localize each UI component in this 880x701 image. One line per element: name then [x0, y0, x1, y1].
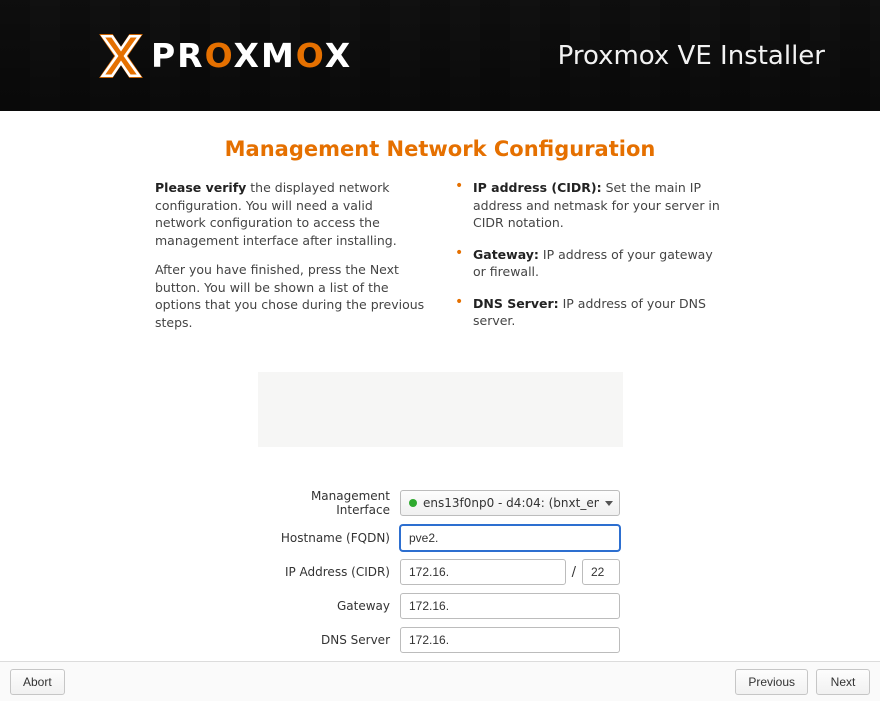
ip-address-row: /: [400, 559, 620, 585]
bullet-ip: IP address (CIDR): Set the main IP addre…: [455, 179, 725, 232]
content-area: Management Network Configuration Please …: [0, 111, 880, 661]
info-columns: Please verify the displayed network conf…: [0, 179, 880, 344]
bullet-ip-bold: IP address (CIDR):: [473, 180, 602, 195]
previous-button[interactable]: Previous: [735, 669, 808, 695]
label-gateway: Gateway: [260, 599, 390, 613]
form-area: Management Interface ens13f0np0 - d4:04:…: [0, 489, 880, 653]
form-grid: Management Interface ens13f0np0 - d4:04:…: [260, 489, 620, 653]
gateway-input[interactable]: [400, 593, 620, 619]
management-interface-dropdown[interactable]: ens13f0np0 - d4:04: (bnxt_en): [400, 490, 620, 516]
bullet-gateway: Gateway: IP address of your gateway or f…: [455, 246, 725, 281]
banner: PROXMOX Proxmox VE Installer: [0, 0, 880, 111]
label-ip-address: IP Address (CIDR): [260, 565, 390, 579]
intro-paragraph-1: Please verify the displayed network conf…: [155, 179, 425, 249]
intro-bold: Please verify: [155, 180, 246, 195]
proxmox-logo: PROXMOX: [95, 30, 352, 82]
ip-address-input[interactable]: [400, 559, 566, 585]
cidr-input[interactable]: [582, 559, 620, 585]
installer-title: Proxmox VE Installer: [558, 41, 825, 71]
proxmox-x-icon: [95, 30, 147, 82]
footer: Abort Previous Next: [0, 661, 880, 701]
info-left-column: Please verify the displayed network conf…: [155, 179, 425, 344]
hostname-input[interactable]: [400, 525, 620, 551]
chevron-down-icon: [605, 501, 613, 506]
bullet-dns-bold: DNS Server:: [473, 296, 559, 311]
logo-wordmark: PROXMOX: [151, 36, 352, 75]
label-dns-server: DNS Server: [260, 633, 390, 647]
bullet-dns: DNS Server: IP address of your DNS serve…: [455, 295, 725, 330]
link-up-icon: [409, 499, 417, 507]
label-management-interface: Management Interface: [260, 489, 390, 517]
label-hostname: Hostname (FQDN): [260, 531, 390, 545]
cidr-slash: /: [572, 565, 576, 580]
management-interface-value: ens13f0np0 - d4:04: (bnxt_en): [423, 496, 599, 510]
dns-server-input[interactable]: [400, 627, 620, 653]
next-button[interactable]: Next: [816, 669, 870, 695]
blank-panel: [258, 372, 623, 447]
intro-paragraph-2: After you have finished, press the Next …: [155, 261, 425, 331]
page-heading: Management Network Configuration: [0, 137, 880, 161]
info-right-column: IP address (CIDR): Set the main IP addre…: [455, 179, 725, 344]
field-descriptions: IP address (CIDR): Set the main IP addre…: [455, 179, 725, 330]
abort-button[interactable]: Abort: [10, 669, 65, 695]
bullet-gateway-bold: Gateway:: [473, 247, 539, 262]
